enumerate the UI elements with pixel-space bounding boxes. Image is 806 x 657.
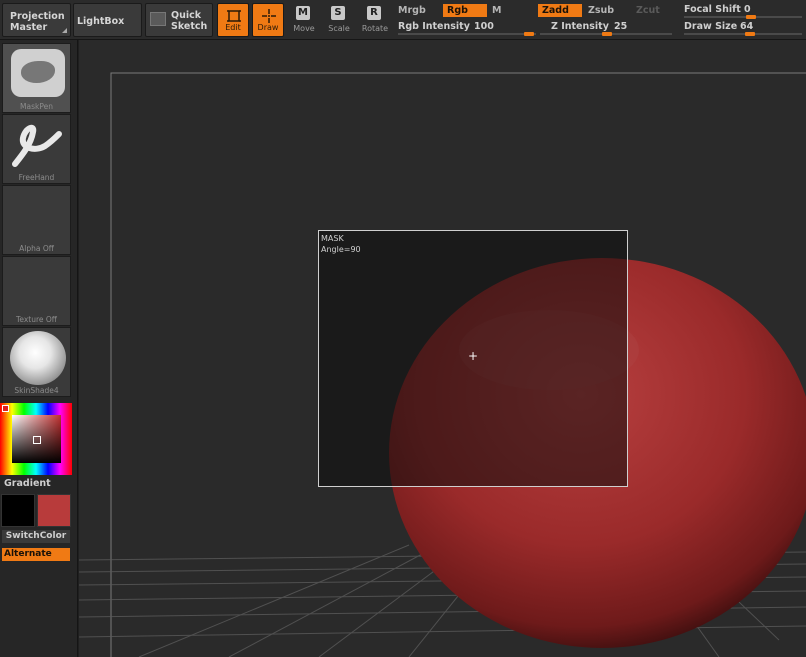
gradient-label[interactable]: Gradient (4, 478, 51, 489)
z-intensity-value: 25 (614, 21, 628, 32)
draw-size-label: Draw Size (684, 21, 738, 32)
texture-label: Texture Off (16, 315, 57, 324)
zadd-button[interactable]: Zadd (538, 4, 582, 17)
mask-title: MASK (321, 234, 344, 243)
mask-angle: Angle=90 (321, 245, 361, 254)
z-intensity-label: Z Intensity (551, 21, 609, 32)
lightbox-button[interactable]: LightBox (73, 3, 142, 37)
projection-master-button[interactable]: Projection Master (2, 3, 71, 37)
material-label: SkinShade4 (14, 386, 59, 395)
move-label: Move (293, 24, 315, 33)
quick-sketch-button[interactable]: Quick Sketch (145, 3, 213, 37)
maskpen-brush-icon (11, 49, 65, 97)
scale-label: Scale (328, 24, 350, 33)
crosshair-icon: + (468, 349, 479, 363)
draw-size-track (684, 33, 802, 35)
stroke-selector[interactable]: FreeHand (2, 114, 71, 184)
move-icon: M (296, 6, 310, 20)
scale-icon: S (331, 6, 345, 20)
edit-button[interactable]: Edit (217, 3, 249, 37)
quick-sketch-label: Quick Sketch (171, 10, 208, 32)
brush-selector[interactable]: MaskPen (2, 43, 71, 113)
stroke-label: FreeHand (18, 173, 55, 182)
top-toolbar: Projection Master LightBox Quick Sketch … (0, 0, 806, 40)
secondary-color-swatch[interactable] (37, 494, 71, 527)
draw-button[interactable]: Draw (252, 3, 284, 37)
rotate-button[interactable]: R Rotate (358, 3, 392, 37)
scale-button[interactable]: S Scale (322, 3, 356, 37)
freehand-stroke-icon (12, 124, 62, 167)
edit-label: Edit (225, 23, 241, 32)
rgb-intensity-value: 100 (474, 21, 494, 32)
color-picker[interactable] (0, 403, 72, 475)
color-saturation-square[interactable] (12, 415, 61, 463)
rgb-intensity-thumb[interactable] (524, 32, 534, 36)
rotate-icon: R (367, 6, 381, 20)
rgb-button[interactable]: Rgb (443, 4, 487, 17)
lightbox-label: LightBox (77, 16, 125, 27)
draw-size-value: 64 (740, 21, 754, 32)
primary-color-swatch[interactable] (1, 494, 35, 527)
zcut-button[interactable]: Zcut (632, 4, 664, 17)
alpha-selector[interactable]: Alpha Off (2, 185, 71, 255)
color-marker[interactable] (33, 436, 41, 444)
texture-selector[interactable]: Texture Off (2, 256, 71, 326)
mrgb-button[interactable]: Mrgb (394, 4, 430, 17)
move-button[interactable]: M Move (287, 3, 321, 37)
draw-size-thumb[interactable] (745, 32, 755, 36)
z-intensity-thumb[interactable] (602, 32, 612, 36)
rgb-intensity-track (398, 33, 536, 35)
alpha-label: Alpha Off (19, 244, 54, 253)
left-shelf: MaskPen FreeHand Alpha Off Texture Off S… (0, 40, 78, 657)
rotate-label: Rotate (361, 24, 389, 33)
projection-master-label: Projection Master (10, 11, 65, 33)
focal-shift-thumb[interactable] (746, 15, 756, 19)
focal-shift-track (684, 16, 802, 18)
corner-arrow-icon (62, 28, 67, 33)
material-sphere-icon (10, 331, 66, 385)
alternate-button[interactable]: Alternate (2, 548, 70, 561)
focal-shift-label: Focal Shift (684, 4, 741, 15)
m-button[interactable]: M (488, 4, 505, 17)
sketch-icon (150, 12, 166, 26)
document-canvas[interactable]: MASK Angle=90 + (79, 40, 806, 657)
material-selector[interactable]: SkinShade4 (2, 327, 71, 397)
switch-color-button[interactable]: SwitchColor (2, 530, 70, 543)
hue-marker[interactable] (2, 405, 9, 412)
draw-label: Draw (257, 23, 279, 32)
zsub-button[interactable]: Zsub (584, 4, 618, 17)
brush-label: MaskPen (20, 102, 53, 111)
rgb-intensity-label: Rgb Intensity (398, 21, 470, 32)
focal-shift-value: 0 (744, 4, 751, 15)
